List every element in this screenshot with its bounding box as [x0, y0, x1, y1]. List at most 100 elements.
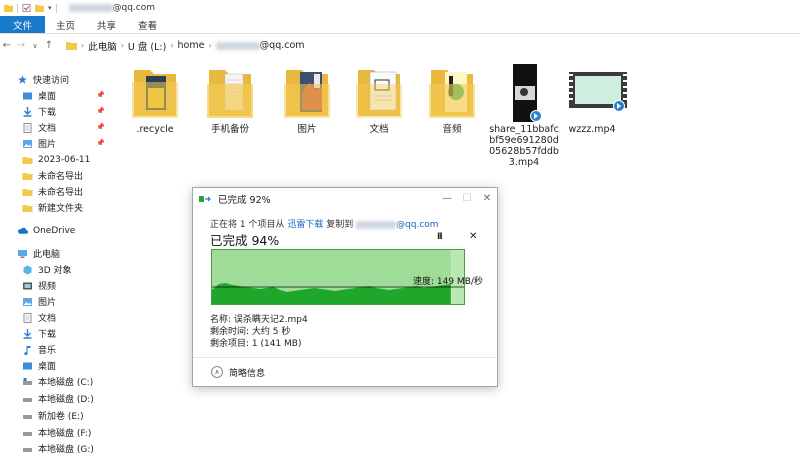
- document-icon: [23, 312, 32, 323]
- cube-icon: [23, 265, 32, 274]
- drive-icon: [23, 397, 32, 402]
- folder-icon: [130, 62, 180, 120]
- drive-icon: [23, 447, 32, 452]
- sidebar-item-downloads-pc[interactable]: 下载: [22, 326, 56, 341]
- sidebar-item-this-pc[interactable]: 此电脑: [17, 246, 60, 261]
- sidebar-item-videos[interactable]: 视频: [22, 278, 56, 293]
- sidebar-item-quick-access[interactable]: 快速访问: [17, 72, 69, 87]
- fewer-details-toggle[interactable]: 简略信息: [229, 366, 265, 379]
- file-item[interactable]: 图片: [272, 62, 342, 135]
- customize-toolbar-icon[interactable]: ▾: [48, 4, 52, 12]
- folder-icon: [4, 4, 13, 12]
- breadcrumb[interactable]: › 此电脑 › U 盘 (L:) › home › @qq.com: [62, 37, 305, 55]
- minimize-button[interactable]: —: [437, 188, 457, 210]
- dialog-title: 已完成 92%: [218, 195, 271, 206]
- copy-source-destination: 正在将 1 个项目从 迅雷下载 复制到 @qq.com: [210, 220, 439, 230]
- sidebar-item-drive-d[interactable]: 本地磁盘 (D:): [22, 391, 94, 406]
- sidebar-item-pictures-pc[interactable]: 图片: [22, 294, 56, 309]
- file-item[interactable]: wzzz.mp4: [557, 62, 627, 135]
- sidebar-item-documents[interactable]: 文档: [22, 120, 56, 135]
- file-item[interactable]: .recycle: [120, 62, 190, 135]
- breadcrumb-usb-drive[interactable]: U 盘 (L:): [128, 39, 166, 53]
- pin-icon: 📌: [96, 139, 105, 147]
- video-thumbnail: [567, 62, 627, 120]
- navigation-pane: 快速访问 桌面 📌 下载 📌 文档 📌 图片 📌 2023-06-11 未命名导…: [0, 66, 108, 457]
- speed-label: 速度: 149 MB/秒: [413, 277, 483, 287]
- folder-icon: [22, 156, 33, 164]
- properties-icon[interactable]: [22, 4, 31, 12]
- document-icon: [23, 122, 32, 133]
- music-note-icon: [24, 345, 31, 355]
- sidebar-item-folder-2023-06-11[interactable]: 2023-06-11: [22, 152, 90, 167]
- sidebar-item-drive-f[interactable]: 本地磁盘 (F:): [22, 425, 91, 440]
- computer-icon: [18, 249, 27, 258]
- chevron-up-icon[interactable]: ∧: [211, 366, 223, 378]
- ribbon-tabs: 文件 主页 共享 查看: [0, 16, 800, 34]
- desktop-icon: [23, 92, 32, 99]
- sidebar-item-desktop[interactable]: 桌面: [22, 88, 56, 103]
- file-item[interactable]: share_11bbafcbf59e691280d05628b57fddb3.m…: [489, 62, 559, 168]
- items-remaining-label: 剩余项目: 1 (141 MB): [210, 339, 302, 349]
- file-item[interactable]: 手机备份: [195, 62, 265, 135]
- folder-icon: [22, 172, 33, 180]
- back-button[interactable]: ←: [0, 40, 14, 51]
- pause-button[interactable]: II: [437, 232, 443, 242]
- sidebar-item-3d-objects[interactable]: 3D 对象: [22, 262, 72, 277]
- video-icon: [23, 282, 32, 289]
- window-title: @qq.com: [68, 3, 155, 13]
- cancel-copy-button[interactable]: ✕: [469, 231, 477, 242]
- sidebar-item-unnamed-export-2[interactable]: 未命名导出: [22, 184, 83, 199]
- folder-icon: [354, 62, 404, 120]
- tab-file[interactable]: 文件: [0, 16, 46, 33]
- pin-icon: 📌: [96, 107, 105, 115]
- folder-icon: [22, 188, 33, 196]
- download-icon: [23, 106, 32, 117]
- sidebar-item-desktop-pc[interactable]: 桌面: [22, 358, 56, 373]
- picture-icon: [23, 297, 32, 306]
- copy-progress-dialog: 已完成 92% — ☐ ✕ 正在将 1 个项目从 迅雷下载 复制到 @qq.co…: [192, 187, 498, 387]
- sidebar-item-drive-c[interactable]: 本地磁盘 (C:): [22, 374, 93, 389]
- folder-icon: [205, 62, 255, 120]
- tab-share[interactable]: 共享: [86, 16, 127, 33]
- desktop-icon: [23, 362, 32, 369]
- sidebar-item-new-folder[interactable]: 新建文件夹: [22, 200, 83, 215]
- address-bar: ← → ∨ ↑ › 此电脑 › U 盘 (L:) › home › @qq.co…: [0, 35, 800, 56]
- picture-icon: [23, 139, 32, 148]
- close-button[interactable]: ✕: [477, 188, 497, 210]
- file-item[interactable]: 文档: [344, 62, 414, 135]
- drive-icon: [23, 414, 32, 419]
- percent-complete: 已完成 94%: [210, 233, 280, 248]
- recent-locations-button[interactable]: ∨: [28, 42, 42, 50]
- folder-icon: [282, 62, 332, 120]
- up-button[interactable]: ↑: [42, 40, 56, 51]
- breadcrumb-home[interactable]: home: [178, 40, 205, 51]
- drive-icon: [23, 431, 32, 436]
- destination-link[interactable]: @qq.com: [356, 220, 439, 230]
- folder-icon: [66, 42, 77, 50]
- pin-icon: 📌: [96, 91, 105, 99]
- tab-home[interactable]: 主页: [45, 16, 86, 33]
- sidebar-item-drive-e[interactable]: 新加卷 (E:): [22, 408, 84, 423]
- cloud-icon: [18, 227, 28, 234]
- sidebar-item-onedrive[interactable]: OneDrive: [17, 223, 75, 238]
- maximize-button[interactable]: ☐: [457, 188, 477, 210]
- sidebar-item-documents-pc[interactable]: 文档: [22, 310, 56, 325]
- source-link[interactable]: 迅雷下载: [287, 220, 323, 230]
- star-icon: [18, 75, 27, 84]
- dialog-window-controls: — ☐ ✕: [437, 188, 497, 210]
- file-item[interactable]: 音频: [417, 62, 487, 135]
- pin-icon: 📌: [96, 123, 105, 131]
- sidebar-item-downloads[interactable]: 下载: [22, 104, 56, 119]
- download-icon: [23, 328, 32, 339]
- new-folder-icon[interactable]: [35, 4, 44, 12]
- sidebar-item-unnamed-export-1[interactable]: 未命名导出: [22, 168, 83, 183]
- sidebar-item-drive-g[interactable]: 本地磁盘 (G:): [22, 441, 94, 456]
- sidebar-item-pictures[interactable]: 图片: [22, 136, 56, 151]
- copy-transfer-icon: [199, 195, 211, 202]
- forward-button[interactable]: →: [14, 40, 28, 51]
- tab-view[interactable]: 查看: [127, 16, 168, 33]
- breadcrumb-current[interactable]: @qq.com: [215, 40, 305, 51]
- breadcrumb-this-pc[interactable]: 此电脑: [88, 39, 117, 53]
- folder-icon: [427, 62, 477, 120]
- sidebar-item-music[interactable]: 音乐: [22, 342, 56, 357]
